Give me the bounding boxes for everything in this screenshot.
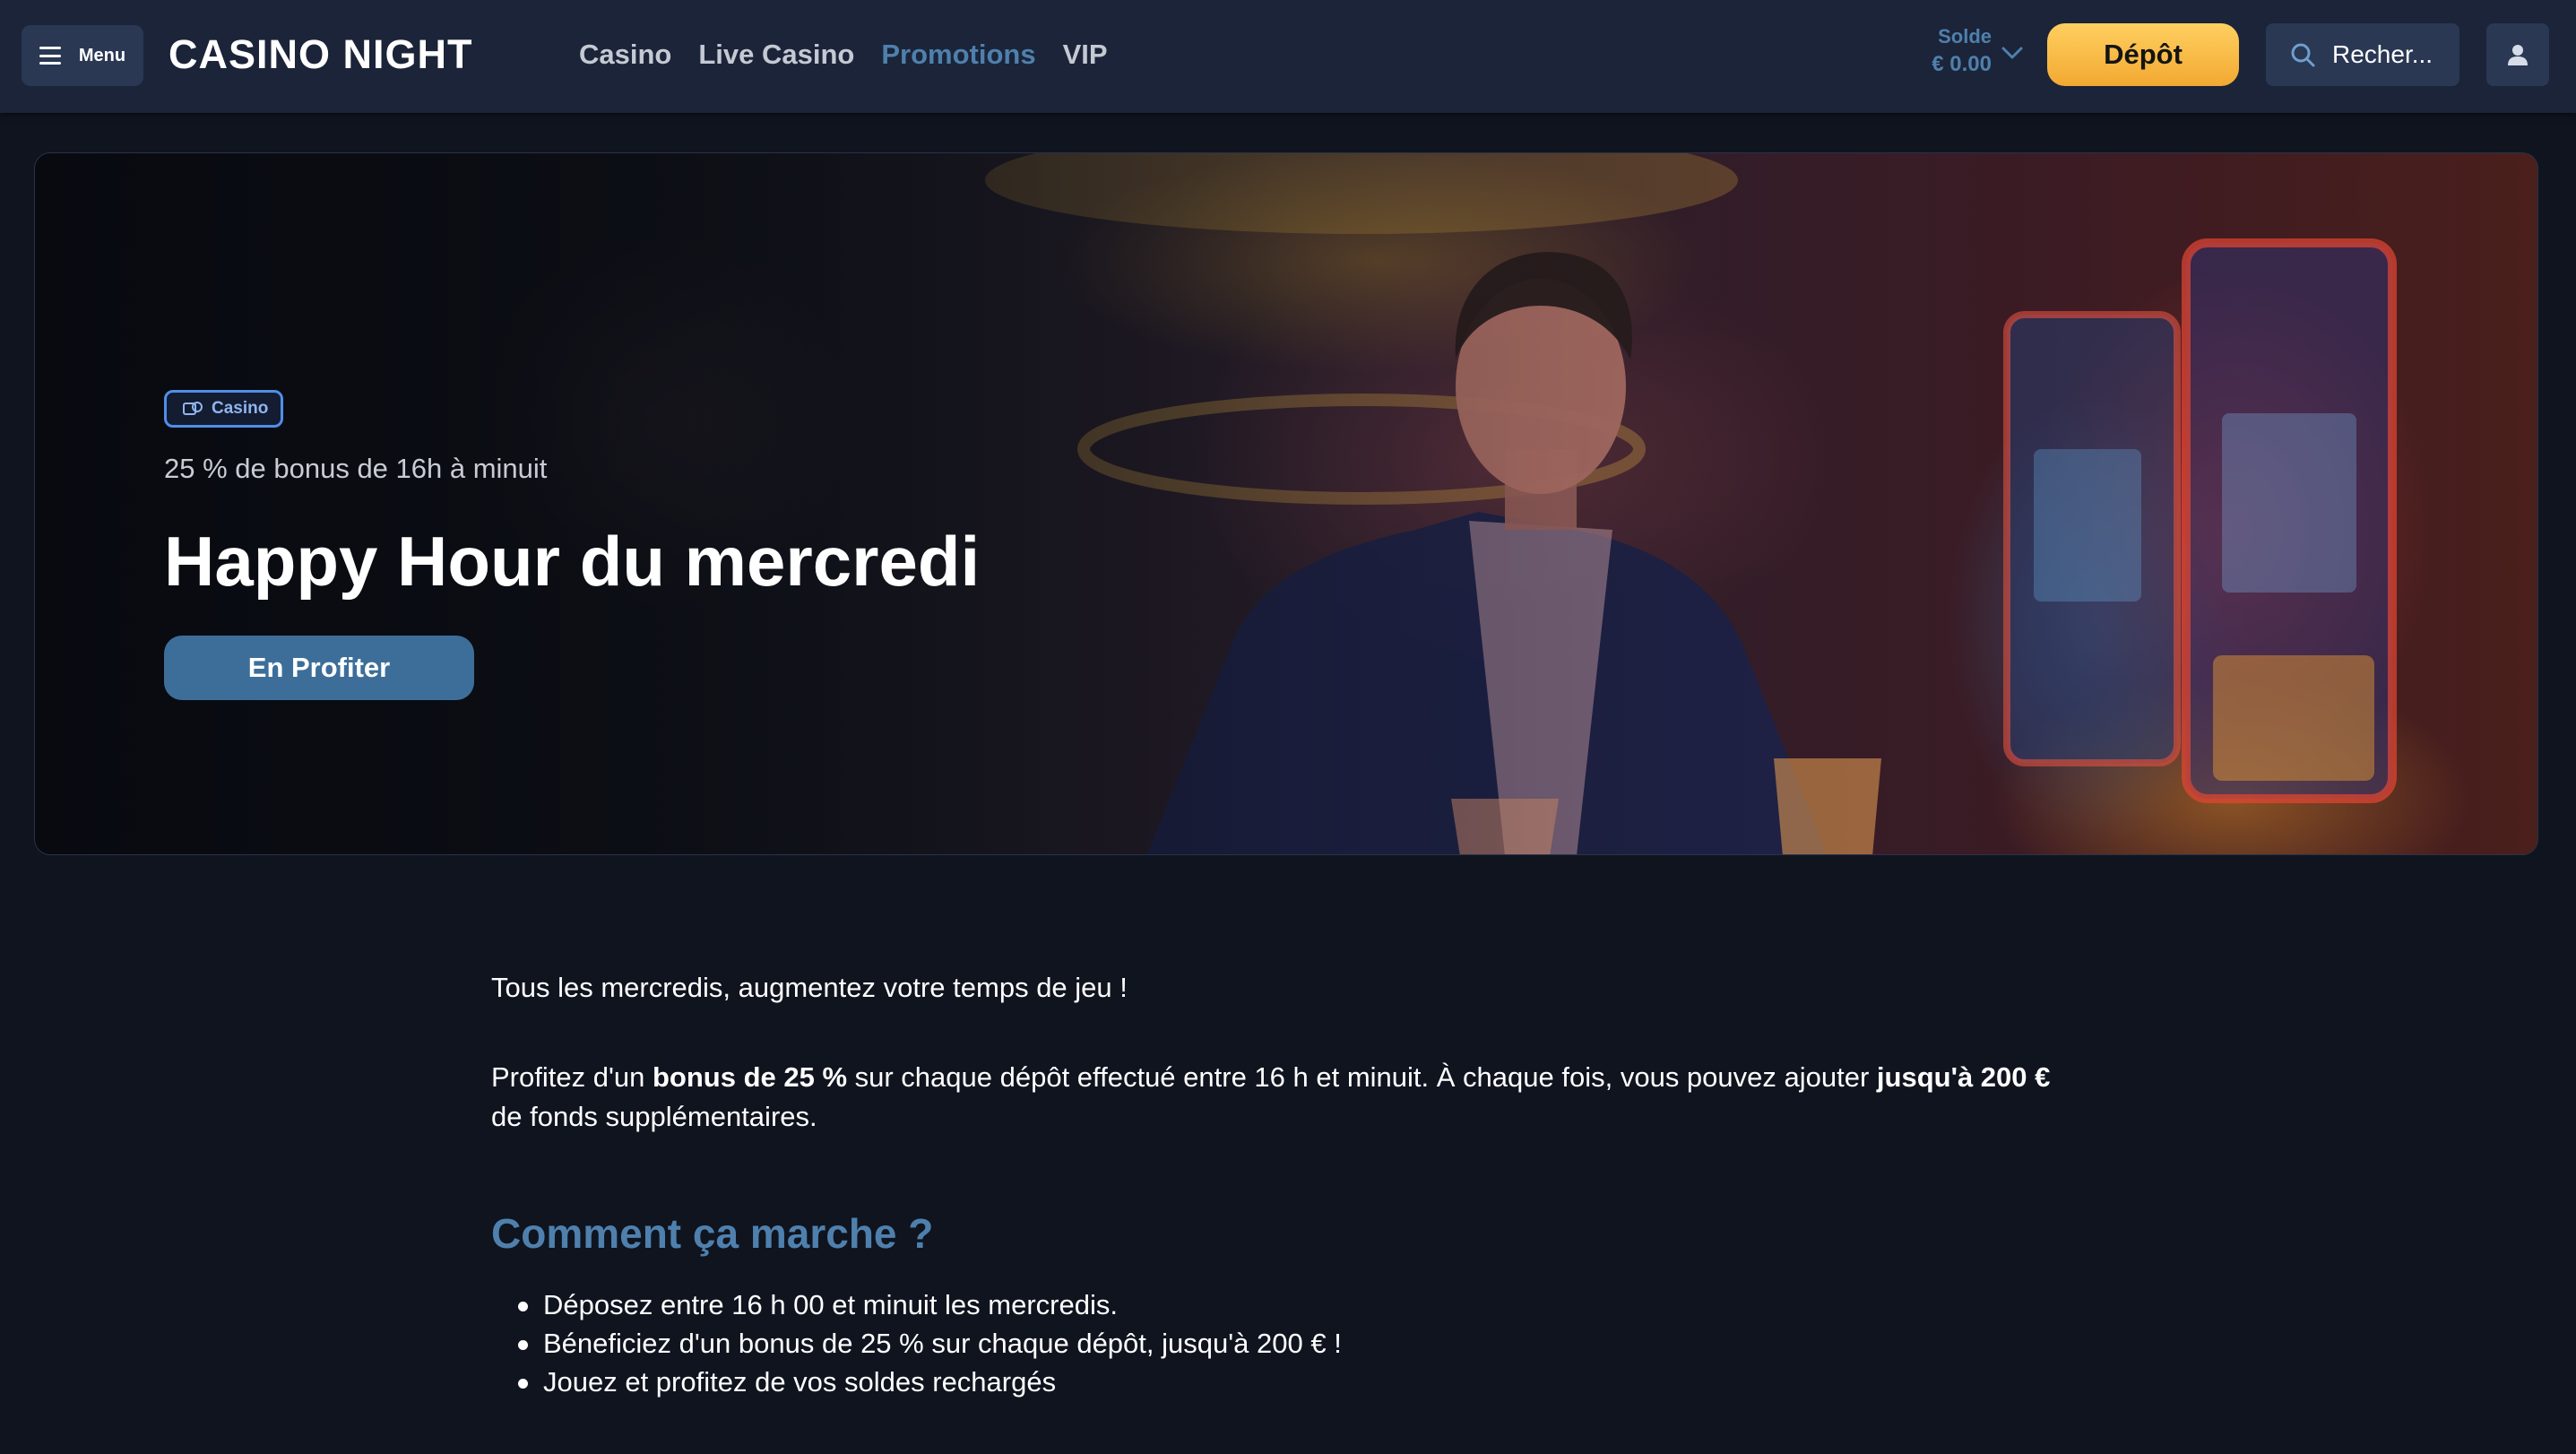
hero-subtitle: 25 % de bonus de 16h à minuit — [164, 453, 548, 484]
menu-button[interactable]: Menu — [22, 25, 143, 86]
user-icon — [2508, 45, 2528, 65]
details-text-1: Profitez d'un — [491, 1061, 653, 1093]
casino-chip-icon — [183, 402, 203, 415]
chevron-down-icon — [2001, 47, 2023, 59]
intro-paragraph: Tous les mercredis, augmentez votre temp… — [491, 972, 1128, 1003]
list-item: Jouez et profitez de vos soldes rechargé… — [491, 1363, 2069, 1401]
nav-promotions[interactable]: Promotions — [881, 39, 1035, 71]
balance-dropdown[interactable]: Solde € 0.00 — [1918, 23, 2026, 82]
steps-list: Déposez entre 16 h 00 et minuit les merc… — [491, 1285, 2069, 1401]
search-icon — [2291, 43, 2315, 67]
account-button[interactable] — [2486, 23, 2549, 86]
list-item: Béneficiez d'un bonus de 25 % sur chaque… — [491, 1324, 2069, 1363]
deposit-button[interactable]: Dépôt — [2047, 23, 2239, 86]
details-bold-2: jusqu'à 200 € — [1876, 1061, 2051, 1093]
search-input[interactable] — [2332, 40, 2440, 69]
details-text-2: sur chaque dépôt effectué entre 16 h et … — [847, 1061, 1877, 1093]
promo-hero-banner: Casino 25 % de bonus de 16h à minuit Hap… — [34, 152, 2538, 855]
nav-live-casino[interactable]: Live Casino — [698, 39, 854, 71]
how-it-works-heading: Comment ça marche ? — [491, 1210, 934, 1257]
casino-night-logo[interactable]: CASINO NIGHT — [169, 30, 473, 79]
main-nav: Casino Live Casino Promotions VIP — [579, 32, 1108, 77]
badge-label: Casino — [212, 399, 269, 418]
promo-description: Tous les mercredis, augmentez votre temp… — [491, 968, 2069, 1401]
hamburger-icon — [39, 47, 61, 65]
top-header: Menu CASINO NIGHT Casino Live Casino Pro… — [0, 0, 2576, 113]
nav-casino[interactable]: Casino — [579, 39, 671, 71]
nav-vip[interactable]: VIP — [1063, 39, 1108, 71]
details-text-3: de fonds supplémentaires. — [491, 1101, 817, 1132]
hero-gradient-overlay — [35, 153, 2537, 854]
category-badge: Casino — [164, 390, 284, 428]
hero-title: Happy Hour du mercredi — [164, 522, 981, 601]
search-box[interactable] — [2266, 23, 2459, 86]
details-bold-1: bonus de 25 % — [652, 1061, 848, 1093]
details-paragraph: Profitez d'un bonus de 25 % sur chaque d… — [491, 1058, 2069, 1137]
menu-label: Menu — [78, 45, 126, 65]
en-profiter-button[interactable]: En Profiter — [164, 636, 474, 700]
list-item: Déposez entre 16 h 00 et minuit les merc… — [491, 1285, 2069, 1324]
